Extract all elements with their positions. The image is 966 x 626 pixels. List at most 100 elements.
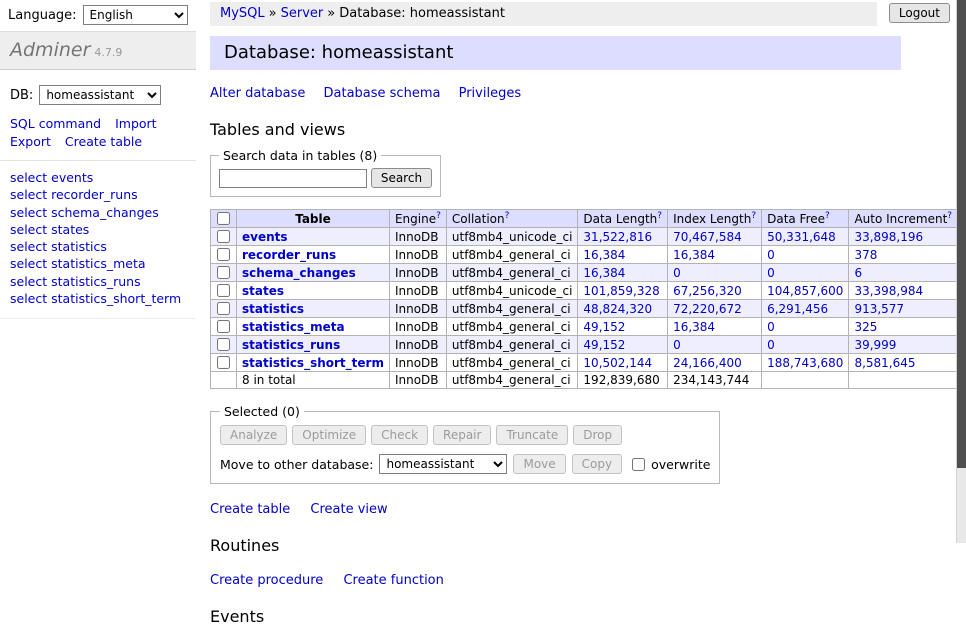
auto-increment-link[interactable]: 39,999 bbox=[854, 338, 896, 352]
truncate-button[interactable]: Truncate bbox=[496, 425, 568, 445]
data-length-link[interactable]: 101,859,328 bbox=[583, 284, 659, 298]
auto-increment-link[interactable]: 325 bbox=[854, 320, 877, 334]
data-free-link[interactable]: 0 bbox=[767, 266, 775, 280]
auto-increment-link[interactable]: 913,577 bbox=[854, 302, 904, 316]
select-all-checkbox[interactable] bbox=[217, 212, 230, 225]
select-link[interactable]: select bbox=[10, 239, 47, 254]
data-length-link[interactable]: 16,384 bbox=[583, 248, 625, 262]
create-procedure-link[interactable]: Create procedure bbox=[210, 573, 323, 588]
privileges-link[interactable]: Privileges bbox=[459, 86, 522, 101]
select-link[interactable]: select bbox=[10, 205, 47, 220]
sidebar-link-sql-command[interactable]: SQL command bbox=[10, 116, 101, 131]
table-link-statistics-meta[interactable]: statistics_meta bbox=[51, 256, 145, 271]
breadcrumb-link-server[interactable]: Server bbox=[281, 6, 324, 21]
table-name-link[interactable]: statistics bbox=[242, 302, 304, 316]
table-link-states[interactable]: states bbox=[51, 222, 89, 237]
logout-button[interactable]: Logout bbox=[889, 3, 950, 23]
data-length-link[interactable]: 31,522,816 bbox=[583, 230, 652, 244]
auto-increment-link[interactable]: 8,581,645 bbox=[854, 356, 915, 370]
data-length-link[interactable]: 16,384 bbox=[583, 266, 625, 280]
analyze-button[interactable]: Analyze bbox=[220, 425, 287, 445]
data-free-link[interactable]: 188,743,680 bbox=[767, 356, 843, 370]
sidebar-link-export[interactable]: Export bbox=[10, 134, 51, 149]
auto-increment-link[interactable]: 33,398,984 bbox=[854, 284, 923, 298]
move-button[interactable]: Move bbox=[513, 454, 565, 474]
table-name-link[interactable]: statistics_short_term bbox=[242, 356, 384, 370]
index-length-link[interactable]: 24,166,400 bbox=[673, 356, 742, 370]
sidebar-link-create-table[interactable]: Create table bbox=[65, 134, 142, 149]
sidebar-link-import[interactable]: Import bbox=[115, 116, 157, 131]
row-select-checkbox[interactable] bbox=[217, 320, 230, 333]
data-free-link[interactable]: 0 bbox=[767, 338, 775, 352]
search-input[interactable] bbox=[219, 169, 367, 188]
create-table-link[interactable]: Create table bbox=[210, 502, 290, 517]
move-database-select[interactable]: homeassistant bbox=[379, 454, 507, 474]
help-link[interactable]: ? bbox=[436, 211, 441, 221]
table-name-link[interactable]: statistics_meta bbox=[242, 320, 345, 334]
check-button[interactable]: Check bbox=[371, 425, 428, 445]
select-link[interactable]: select bbox=[10, 187, 47, 202]
table-link-schema-changes[interactable]: schema_changes bbox=[51, 205, 159, 220]
data-free-link[interactable]: 104,857,600 bbox=[767, 284, 843, 298]
table-name-link[interactable]: schema_changes bbox=[242, 266, 356, 280]
data-length-link[interactable]: 10,502,144 bbox=[583, 356, 652, 370]
data-free-link[interactable]: 50,331,648 bbox=[767, 230, 836, 244]
select-link[interactable]: select bbox=[10, 274, 47, 289]
row-select-checkbox[interactable] bbox=[217, 284, 230, 297]
overwrite-checkbox[interactable] bbox=[632, 458, 645, 471]
repair-button[interactable]: Repair bbox=[433, 425, 491, 445]
database-schema-link[interactable]: Database schema bbox=[324, 86, 441, 101]
index-length-link[interactable]: 67,256,320 bbox=[673, 284, 742, 298]
table-link-events[interactable]: events bbox=[51, 170, 93, 185]
db-select[interactable]: homeassistant bbox=[39, 85, 161, 105]
table-name-link[interactable]: statistics_runs bbox=[242, 338, 340, 352]
select-link[interactable]: select bbox=[10, 222, 47, 237]
row-select-checkbox[interactable] bbox=[217, 302, 230, 315]
scrollbar[interactable] bbox=[956, 0, 966, 543]
data-free-link[interactable]: 6,291,456 bbox=[767, 302, 828, 316]
table-name-link[interactable]: states bbox=[242, 284, 284, 298]
alter-database-link[interactable]: Alter database bbox=[210, 86, 305, 101]
help-link[interactable]: ? bbox=[505, 211, 510, 221]
data-length-link[interactable]: 49,152 bbox=[583, 320, 625, 334]
index-length-link[interactable]: 16,384 bbox=[673, 320, 715, 334]
row-select-checkbox[interactable] bbox=[217, 338, 230, 351]
row-select-checkbox[interactable] bbox=[217, 248, 230, 261]
help-link[interactable]: ? bbox=[657, 211, 662, 221]
optimize-button[interactable]: Optimize bbox=[292, 425, 366, 445]
data-length-link[interactable]: 49,152 bbox=[583, 338, 625, 352]
table-name-link[interactable]: recorder_runs bbox=[242, 248, 336, 262]
index-length-link[interactable]: 72,220,672 bbox=[673, 302, 742, 316]
help-link[interactable]: ? bbox=[751, 211, 756, 221]
language-select[interactable]: English bbox=[83, 5, 188, 25]
row-select-checkbox[interactable] bbox=[217, 266, 230, 279]
index-length-link[interactable]: 70,467,584 bbox=[673, 230, 742, 244]
select-link[interactable]: select bbox=[10, 256, 47, 271]
data-free-link[interactable]: 0 bbox=[767, 248, 775, 262]
index-length-link[interactable]: 16,384 bbox=[673, 248, 715, 262]
create-function-link[interactable]: Create function bbox=[343, 573, 443, 588]
help-link[interactable]: ? bbox=[825, 211, 830, 221]
select-link[interactable]: select bbox=[10, 291, 47, 306]
copy-button[interactable]: Copy bbox=[572, 454, 622, 474]
breadcrumb-link-mysql[interactable]: MySQL bbox=[220, 6, 265, 21]
help-link[interactable]: ? bbox=[947, 211, 952, 221]
data-free-link[interactable]: 0 bbox=[767, 320, 775, 334]
auto-increment-link[interactable]: 6 bbox=[854, 266, 862, 280]
table-link-statistics-short-term[interactable]: statistics_short_term bbox=[51, 291, 181, 306]
auto-increment-link[interactable]: 33,898,196 bbox=[854, 230, 923, 244]
table-name-link[interactable]: events bbox=[242, 230, 288, 244]
auto-increment-link[interactable]: 378 bbox=[854, 248, 877, 262]
row-select-checkbox[interactable] bbox=[217, 356, 230, 369]
drop-button[interactable]: Drop bbox=[573, 425, 622, 445]
index-length-link[interactable]: 0 bbox=[673, 338, 681, 352]
search-button[interactable]: Search bbox=[371, 168, 432, 188]
table-link-statistics[interactable]: statistics bbox=[51, 239, 107, 254]
table-link-recorder-runs[interactable]: recorder_runs bbox=[51, 187, 138, 202]
index-length-link[interactable]: 0 bbox=[673, 266, 681, 280]
table-link-statistics-runs[interactable]: statistics_runs bbox=[51, 274, 140, 289]
create-view-link[interactable]: Create view bbox=[310, 502, 387, 517]
select-link[interactable]: select bbox=[10, 170, 47, 185]
row-select-checkbox[interactable] bbox=[217, 230, 230, 243]
data-length-link[interactable]: 48,824,320 bbox=[583, 302, 652, 316]
